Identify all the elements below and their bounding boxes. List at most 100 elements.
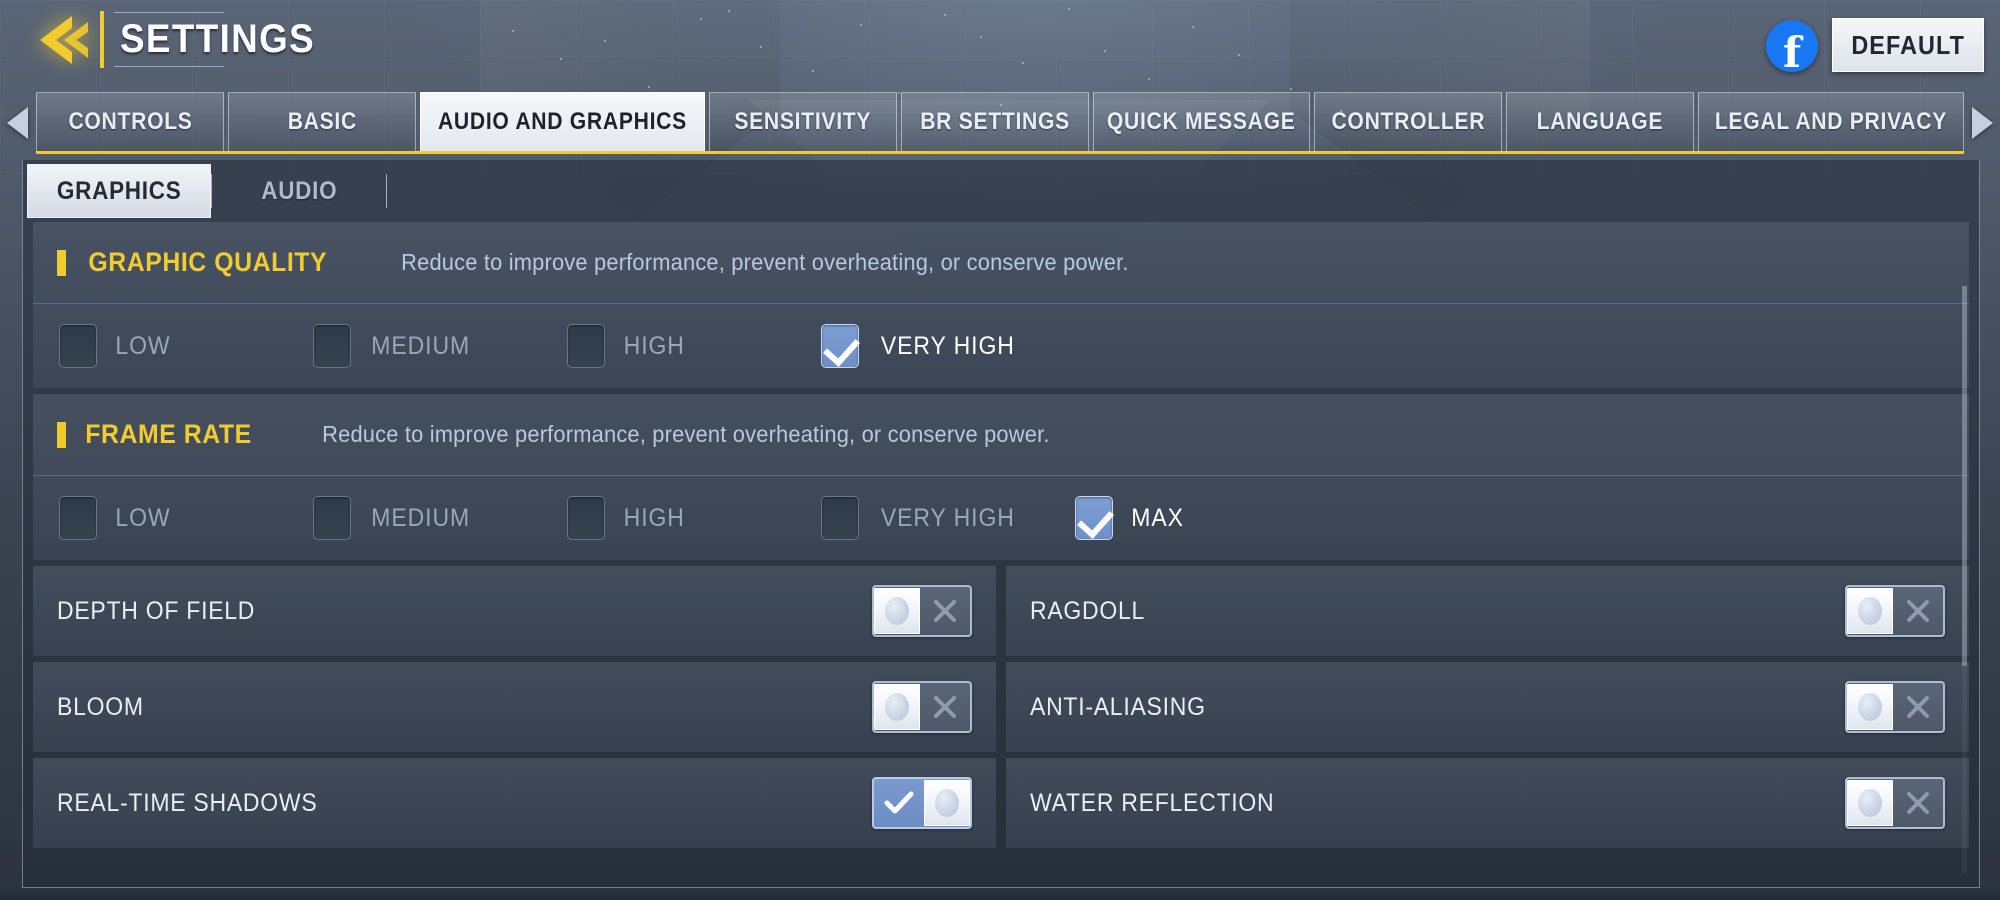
toggle-row: DEPTH OF FIELD — [33, 566, 996, 656]
tab-controls[interactable]: CONTROLS — [36, 92, 225, 151]
toggle-label: BLOOM — [57, 692, 144, 721]
sub-tab-divider — [386, 174, 388, 208]
checkbox[interactable] — [567, 496, 605, 540]
tab-label: LANGUAGE — [1536, 108, 1664, 135]
sub-tab-graphics[interactable]: GRAPHICS — [27, 164, 212, 218]
tab-quick-message[interactable]: QUICK MESSAGE — [1093, 92, 1310, 151]
toggle-knob[interactable] — [1847, 780, 1893, 826]
toggle-water-reflection[interactable] — [1845, 777, 1945, 829]
sub-tab-label: GRAPHICS — [56, 176, 182, 205]
tab-label: AUDIO AND GRAPHICS — [438, 108, 688, 135]
option-high[interactable]: HIGH — [567, 324, 821, 368]
tab-audio-and-graphics[interactable]: AUDIO AND GRAPHICS — [420, 92, 706, 151]
sub-tab-bar: GRAPHICS AUDIO — [23, 160, 1979, 218]
tab-label: SENSITIVITY — [734, 108, 872, 135]
toggle-row: REAL-TIME SHADOWS — [33, 758, 996, 848]
option-medium[interactable]: MEDIUM — [313, 496, 567, 540]
tab-legal-and-privacy[interactable]: LEGAL AND PRIVACY — [1698, 92, 1964, 151]
toggle-label: ANTI-ALIASING — [1030, 692, 1206, 721]
checkbox[interactable] — [313, 496, 351, 540]
page-title: SETTINGS — [100, 11, 332, 68]
toggle-bloom[interactable] — [872, 681, 972, 733]
settings-screen: SETTINGS f DEFAULT CONTROLS BASIC AUDIO AN… — [0, 0, 2000, 900]
option-label: MEDIUM — [371, 331, 471, 360]
close-x-icon — [1893, 587, 1943, 635]
scrollbar[interactable] — [1962, 286, 1967, 873]
option-label: LOW — [115, 503, 171, 532]
tab-br-settings[interactable]: BR SETTINGS — [901, 92, 1090, 151]
default-button[interactable]: DEFAULT — [1832, 18, 1984, 72]
tab-basic[interactable]: BASIC — [228, 92, 417, 151]
option-low[interactable]: LOW — [59, 324, 313, 368]
sub-tab-label: AUDIO — [261, 176, 338, 205]
chevron-right-icon — [1972, 107, 1993, 139]
option-label: HIGH — [623, 503, 685, 532]
toggle-ragdoll[interactable] — [1845, 585, 1945, 637]
settings-panel: GRAPHICS AUDIO GRAPHIC QUALITY Reduce to i… — [22, 160, 1980, 888]
toggle-real-time-shadows[interactable] — [872, 777, 972, 829]
facebook-icon[interactable]: f — [1766, 20, 1818, 77]
option-medium[interactable]: MEDIUM — [313, 324, 567, 368]
toggle-row: RAGDOLL — [1006, 566, 1969, 656]
option-label: HIGH — [623, 331, 685, 360]
option-label: VERY HIGH — [880, 331, 1015, 360]
tab-label: CONTROLLER — [1331, 108, 1485, 135]
facebook-glyph: f — [1782, 27, 1802, 77]
checkbox-checked-icon[interactable] — [1075, 496, 1113, 540]
toggle-row: WATER REFLECTION — [1006, 758, 1969, 848]
toggle-knob[interactable] — [874, 588, 920, 634]
tab-sensitivity[interactable]: SENSITIVITY — [709, 92, 898, 151]
back-arrow-icon[interactable] — [38, 14, 94, 66]
toggle-depth-of-field[interactable] — [872, 585, 972, 637]
default-button-label: DEFAULT — [1851, 29, 1965, 60]
group-accent-bar — [57, 421, 66, 448]
toggle-anti-aliasing[interactable] — [1845, 681, 1945, 733]
toggle-row: ANTI-ALIASING — [1006, 662, 1969, 752]
group-description: Reduce to improve performance, prevent o… — [400, 249, 1129, 275]
tab-label: BASIC — [287, 108, 357, 135]
header: SETTINGS f DEFAULT — [0, 0, 2000, 92]
toggle-label: WATER REFLECTION — [1030, 788, 1275, 817]
tab-label: CONTROLS — [67, 108, 193, 135]
toggle-knob[interactable] — [924, 780, 970, 826]
option-group: GRAPHIC QUALITY Reduce to improve perform… — [33, 222, 1969, 388]
toggle-knob[interactable] — [874, 684, 920, 730]
checkbox[interactable] — [59, 324, 97, 368]
toggle-label: DEPTH OF FIELD — [57, 596, 256, 625]
tabs-prev-button[interactable] — [0, 92, 36, 154]
option-very-high[interactable]: VERY HIGH — [821, 324, 1021, 368]
tab-bar: CONTROLS BASIC AUDIO AND GRAPHICS SENSITIVI… — [0, 92, 2000, 154]
tab-label: BR SETTINGS — [920, 108, 1071, 135]
tab-label: QUICK MESSAGE — [1107, 108, 1296, 135]
option-low[interactable]: LOW — [59, 496, 313, 540]
tab-language[interactable]: LANGUAGE — [1506, 92, 1695, 151]
close-x-icon — [1893, 779, 1943, 827]
toggle-knob[interactable] — [1847, 684, 1893, 730]
check-icon — [874, 779, 924, 827]
option-very-high[interactable]: VERY HIGH — [821, 496, 1075, 540]
group-header: FRAME RATE Reduce to improve performance,… — [33, 394, 1969, 476]
bottom-edge — [0, 888, 2000, 900]
toggle-rows: DEPTH OF FIELD RAGDOLL BLOOM ANTI-ALIASING R… — [33, 566, 1969, 848]
option-row: LOW MEDIUM HIGH VERY HIGH MAX — [33, 476, 1969, 560]
scrollbar-thumb[interactable] — [1962, 286, 1967, 666]
page-title-text: SETTINGS — [120, 17, 316, 61]
sub-tab-audio[interactable]: AUDIO — [212, 164, 386, 218]
toggle-label: REAL-TIME SHADOWS — [57, 788, 318, 817]
tab-controller[interactable]: CONTROLLER — [1313, 92, 1502, 151]
tabs-next-button[interactable] — [1964, 92, 2000, 154]
group-title: GRAPHIC QUALITY — [88, 247, 328, 277]
settings-content: GRAPHIC QUALITY Reduce to improve perform… — [33, 222, 1969, 881]
option-groups: GRAPHIC QUALITY Reduce to improve perform… — [33, 222, 1969, 560]
checkbox-checked-icon[interactable] — [821, 324, 859, 368]
option-high[interactable]: HIGH — [567, 496, 821, 540]
option-label: MEDIUM — [371, 503, 471, 532]
option-group: FRAME RATE Reduce to improve performance,… — [33, 394, 1969, 560]
checkbox[interactable] — [567, 324, 605, 368]
close-x-icon — [1893, 683, 1943, 731]
checkbox[interactable] — [821, 496, 859, 540]
checkbox[interactable] — [313, 324, 351, 368]
option-max[interactable]: MAX — [1075, 496, 1186, 540]
toggle-knob[interactable] — [1847, 588, 1893, 634]
checkbox[interactable] — [59, 496, 97, 540]
